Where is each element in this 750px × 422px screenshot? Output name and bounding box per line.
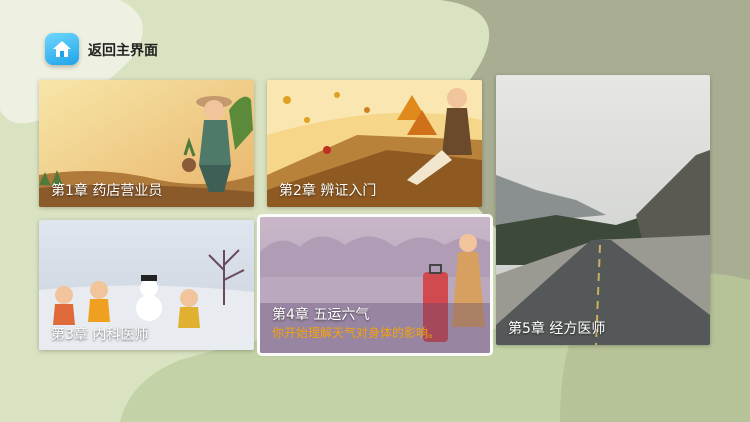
chapter-5-illustration (496, 75, 710, 345)
chapter-card-3[interactable]: 第3章 内科医师 (39, 220, 254, 350)
chapter-2-title: 第2章 辨证入门 (279, 183, 377, 199)
chapter-3-title: 第3章 内科医师 (51, 327, 149, 343)
chapter-4-title: 第4章 五运六气 (272, 307, 370, 323)
chapter-card-1[interactable]: 第1章 药店营业员 (39, 80, 254, 207)
chapter-4-subtitle: 你开始理解天气对身体的影响。 (272, 326, 441, 340)
chapter-5-title: 第5章 经方医师 (508, 321, 606, 337)
home-label[interactable]: 返回主界面 (88, 40, 158, 60)
chapter-1-title: 第1章 药店营业员 (51, 183, 163, 199)
home-icon (53, 41, 71, 57)
chapter-card-5[interactable]: 第5章 经方医师 (496, 75, 710, 345)
home-button[interactable] (45, 33, 79, 65)
chapter-card-2[interactable]: 第2章 辨证入门 (267, 80, 482, 207)
chapter-card-4[interactable]: 第4章 五运六气 你开始理解天气对身体的影响。 (257, 214, 493, 356)
